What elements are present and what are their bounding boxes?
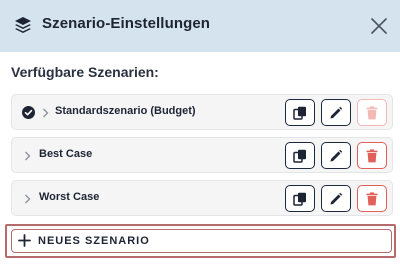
- copy-icon: [293, 192, 306, 206]
- copy-button[interactable]: [285, 185, 315, 212]
- close-icon[interactable]: [370, 17, 388, 35]
- copy-icon: [293, 106, 306, 120]
- chevron-right-icon[interactable]: [24, 194, 31, 204]
- pencil-icon: [330, 106, 343, 118]
- plus-icon: [18, 234, 31, 247]
- check-circle-icon: [22, 106, 35, 119]
- chevron-right-icon[interactable]: [42, 108, 49, 118]
- trash-icon: [366, 191, 378, 205]
- new-scenario-label: NEUES SZENARIO: [38, 235, 150, 247]
- scenario-row[interactable]: Best Case: [11, 137, 393, 173]
- section-label: Verfügbare Szenarien:: [11, 64, 159, 80]
- pencil-icon: [330, 149, 343, 161]
- delete-button[interactable]: [357, 99, 387, 126]
- delete-button[interactable]: [357, 185, 387, 212]
- dialog-title: Szenario-Einstellungen: [42, 15, 211, 32]
- edit-button[interactable]: [321, 185, 351, 212]
- layers-icon: [15, 17, 31, 33]
- copy-icon: [293, 149, 306, 163]
- trash-icon: [366, 148, 378, 162]
- edit-button[interactable]: [321, 142, 351, 169]
- edit-button[interactable]: [321, 99, 351, 126]
- scenario-name: Standardszenario (Budget): [55, 105, 196, 117]
- chevron-right-icon[interactable]: [24, 151, 31, 161]
- dialog-header: Szenario-Einstellungen: [0, 0, 400, 52]
- delete-button[interactable]: [357, 142, 387, 169]
- new-scenario-button[interactable]: NEUES SZENARIO: [11, 229, 392, 253]
- copy-button[interactable]: [285, 142, 315, 169]
- scenario-row[interactable]: Worst Case: [11, 180, 393, 216]
- copy-button[interactable]: [285, 99, 315, 126]
- pencil-icon: [330, 192, 343, 204]
- scenario-name: Best Case: [39, 148, 93, 160]
- trash-icon: [366, 105, 378, 119]
- scenario-row[interactable]: Standardszenario (Budget): [11, 94, 393, 130]
- scenario-name: Worst Case: [39, 191, 100, 203]
